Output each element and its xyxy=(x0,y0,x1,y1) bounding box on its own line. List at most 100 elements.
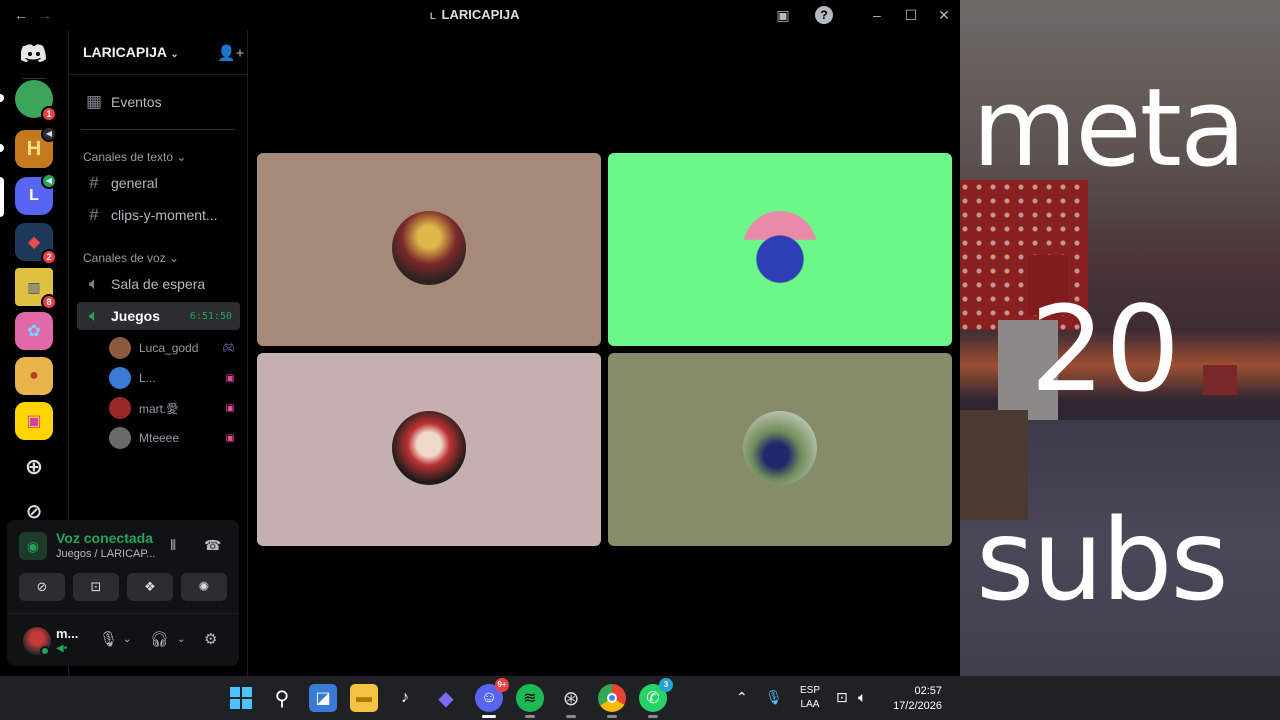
participant-avatar xyxy=(392,411,466,485)
language-indicator[interactable]: ESP LAA xyxy=(800,684,820,712)
server-icon-1[interactable]: 1 xyxy=(15,80,57,122)
running-indicator xyxy=(566,715,576,718)
microphone-in-use-icon[interactable]: 🎙︎ xyxy=(765,689,783,706)
avatar xyxy=(109,427,131,449)
voice-status[interactable]: Voz conectada xyxy=(56,530,153,546)
rail-divider xyxy=(22,78,46,79)
text-channels-category[interactable]: Canales de texto ⌄ xyxy=(83,150,186,164)
channel-clips[interactable]: # clips-y-moment... xyxy=(77,201,240,229)
server-icon-5[interactable]: ▥ 8 xyxy=(15,268,57,310)
voice-user[interactable]: L... ▣ xyxy=(109,366,239,390)
camera-off-button[interactable]: ⊘ xyxy=(19,573,65,601)
hash-icon: # xyxy=(89,173,99,192)
header-divider xyxy=(69,74,247,75)
chrome-icon[interactable] xyxy=(598,684,626,718)
screen-share-button[interactable]: ⊡ xyxy=(73,573,119,601)
voice-channel-sala-de-espera[interactable]: 🔈︎ Sala de espera xyxy=(77,270,240,298)
app-icon[interactable]: ◪ xyxy=(309,684,337,712)
distant-mushroom xyxy=(1203,365,1237,395)
activity-icon: ▣ xyxy=(225,432,235,444)
call-timer: 6:51:50 xyxy=(189,310,232,322)
voice-user[interactable]: Mteeee ▣ xyxy=(109,426,239,450)
chevron-down-icon[interactable]: ⌄ xyxy=(177,634,185,645)
microphone-icon[interactable]: 🎙︎ xyxy=(99,630,118,648)
voice-panel: ◉ Voz conectada Juegos / LARICAP... ⦀ ☎ … xyxy=(7,520,239,666)
add-server-icon[interactable]: ⊕ xyxy=(15,448,53,486)
taskbar: ⚲ ◪ ▬ ♪ ◆ ☺ 9+ ≋ ⊛ ✆ 3 ⌃ 🎙︎ ESP LAA ⊡ 🔈︎ 02… xyxy=(0,676,1280,720)
show-hidden-icons-chevron-icon[interactable]: ⌃ xyxy=(736,689,748,706)
running-indicator xyxy=(607,715,617,718)
voice-channels-category[interactable]: Canales de voz ⌄ xyxy=(83,251,179,265)
whatsapp-icon[interactable]: ✆ 3 xyxy=(639,678,673,718)
settings-gear-icon[interactable]: ⚙ xyxy=(204,630,217,648)
speaker-icon: 🔈︎ xyxy=(88,274,100,293)
section-divider xyxy=(81,129,235,130)
voice-activity-icon: ◀ xyxy=(41,126,57,142)
server-icon-2[interactable]: H ◀ xyxy=(15,126,57,168)
voice-user[interactable]: mart.愛 ▣ xyxy=(109,396,239,420)
channel-general[interactable]: # general xyxy=(77,169,240,197)
copilot-icon[interactable]: ◆ xyxy=(432,684,460,712)
volume-icon[interactable]: 🔈︎ xyxy=(858,689,866,706)
spotify-icon[interactable]: ≋ xyxy=(516,684,544,718)
unread-pill xyxy=(0,94,4,102)
invite-people-icon[interactable]: 👤+ xyxy=(217,44,244,62)
gamepad-icon: 🎮︎ xyxy=(222,342,235,354)
server-icon-7[interactable]: ● xyxy=(15,357,53,395)
server-icon-8[interactable]: ▣ xyxy=(15,402,53,440)
close-icon[interactable]: ✕ xyxy=(935,6,953,24)
connection-signal-icon[interactable]: ◉ xyxy=(19,532,47,560)
overlay-text-20: 20 xyxy=(1030,280,1181,418)
windows-start-icon[interactable] xyxy=(227,684,255,712)
discord-home-icon[interactable] xyxy=(15,34,53,72)
events-item[interactable]: ▦ Eventos xyxy=(77,88,240,116)
participant-tile[interactable] xyxy=(608,153,952,346)
server-icon-4[interactable]: ◆ 2 xyxy=(15,223,57,265)
server-icon-laricapija[interactable]: L ◀ xyxy=(15,173,57,215)
search-icon[interactable]: ⚲ xyxy=(268,684,296,712)
user-status: ◀• xyxy=(56,643,68,654)
notification-badge: 3 xyxy=(659,678,673,692)
running-indicator xyxy=(648,715,658,718)
discord-taskbar-icon[interactable]: ☺ 9+ xyxy=(475,678,509,718)
voice-channel-juegos[interactable]: 🔈︎ Juegos 6:51:50 xyxy=(77,302,240,330)
participant-tile[interactable] xyxy=(257,153,601,346)
participant-avatar xyxy=(743,211,817,285)
voice-user[interactable]: Luca_godd 🎮︎ xyxy=(109,336,239,360)
help-icon[interactable]: ? xyxy=(815,6,833,24)
overlay-text-meta: meta xyxy=(972,66,1246,191)
disconnect-icon[interactable]: ☎ xyxy=(204,537,221,554)
active-indicator xyxy=(482,715,496,718)
inbox-icon[interactable]: ▣ xyxy=(774,6,792,24)
maximize-icon[interactable]: ☐ xyxy=(902,6,920,24)
back-arrow-icon[interactable]: ← xyxy=(12,6,30,24)
unread-pill xyxy=(0,144,4,152)
avatar xyxy=(109,337,131,359)
voice-location[interactable]: Juegos / LARICAP... xyxy=(56,548,155,560)
discord-window: ← → L LARICAPIJA ▣ ? – ☐ ✕ 1 H ◀ L ◀ ◆ 2 ▥ xyxy=(0,0,960,676)
minimize-icon[interactable]: – xyxy=(868,6,886,24)
panel-divider xyxy=(7,613,239,614)
headphones-icon[interactable]: 🎧︎ xyxy=(150,630,169,648)
participant-tile[interactable] xyxy=(257,353,601,546)
noise-suppression-icon[interactable]: ⦀ xyxy=(170,537,176,554)
notification-badge: 9+ xyxy=(495,678,509,692)
overlay-text-subs: subs xyxy=(976,496,1229,626)
forward-arrow-icon[interactable]: → xyxy=(36,6,54,24)
activities-button[interactable]: ❖ xyxy=(127,573,173,601)
running-indicator xyxy=(525,715,535,718)
server-icon-6[interactable]: ✿ xyxy=(15,312,53,350)
chevron-down-icon[interactable]: ⌄ xyxy=(123,634,131,645)
activity-icon: ▣ xyxy=(225,372,235,384)
tiktok-icon[interactable]: ♪ xyxy=(391,684,419,712)
participant-tile[interactable] xyxy=(608,353,952,546)
avatar xyxy=(109,367,131,389)
system-clock[interactable]: 02:57 17/2/2026 xyxy=(888,684,942,714)
network-icon[interactable]: ⊡ xyxy=(836,689,848,706)
user-name[interactable]: m... xyxy=(56,626,78,641)
server-name-header[interactable]: LARICAPIJA ⌄ xyxy=(83,44,179,60)
soundboard-button[interactable]: ✺ xyxy=(181,573,227,601)
voice-stage xyxy=(248,30,960,676)
file-explorer-icon[interactable]: ▬ xyxy=(350,684,378,712)
steam-icon[interactable]: ⊛ xyxy=(557,684,585,718)
